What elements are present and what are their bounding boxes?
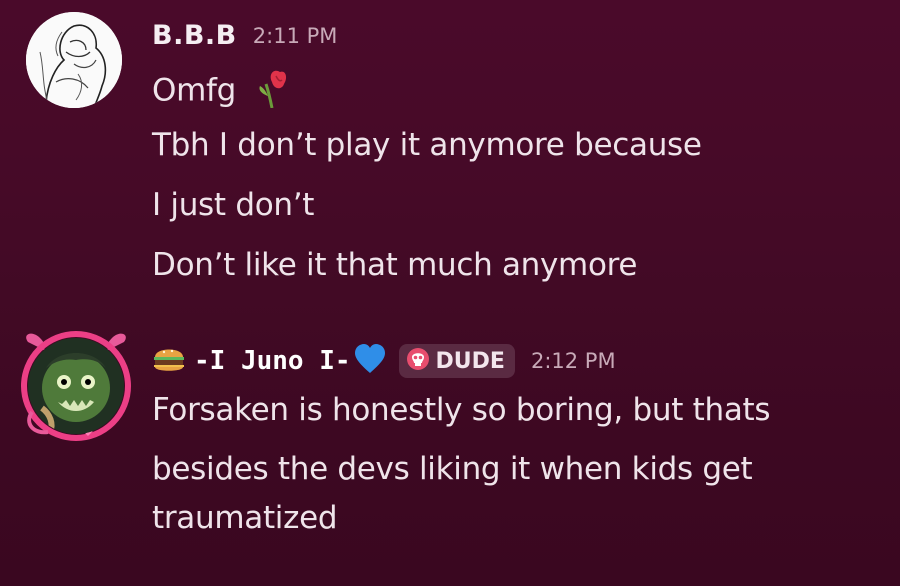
- message-line: Omfg: [152, 68, 290, 116]
- user-avatar-juno[interactable]: [28, 338, 124, 434]
- user-avatar-bbb[interactable]: [26, 12, 122, 108]
- message-line: traumatized: [152, 500, 338, 536]
- message-line: Don’t like it that much anymore: [152, 247, 637, 283]
- message-text: traumatized: [152, 500, 338, 536]
- message-text: I just don’t: [152, 187, 315, 223]
- sketch-avatar-icon: [26, 12, 122, 108]
- timestamp: 2:12 PM: [530, 349, 616, 373]
- message-line: Tbh I don’t play it anymore because: [152, 127, 702, 163]
- message-text: Forsaken is honestly so boring, but that…: [152, 392, 771, 428]
- message-text: Tbh I don’t play it anymore because: [152, 127, 702, 163]
- username[interactable]: -I Juno I-: [194, 346, 351, 376]
- blue-heart-emoji-icon: [353, 343, 387, 379]
- message-line: I just don’t: [152, 187, 314, 223]
- server-tag-badge[interactable]: DUDE: [398, 344, 515, 378]
- message-text: Don’t like it that much anymore: [152, 247, 638, 283]
- burger-emoji-icon: [152, 344, 186, 378]
- message-line: besides the devs liking it when kids get: [152, 451, 753, 487]
- zombie-avatar-icon: [28, 338, 124, 434]
- skull-icon: [406, 347, 430, 375]
- tag-label: DUDE: [435, 348, 505, 374]
- message-line: Forsaken is honestly so boring, but that…: [152, 392, 771, 428]
- message-header: B.B.B 2:11 PM: [152, 20, 337, 51]
- message-header: -I Juno I- DUDE 2:12 PM: [152, 343, 616, 379]
- timestamp: 2:11 PM: [252, 23, 338, 48]
- message-text: besides the devs liking it when kids get: [152, 451, 753, 487]
- wilted-rose-emoji-icon: [254, 68, 290, 116]
- message-text: Omfg: [152, 72, 236, 109]
- username[interactable]: B.B.B: [152, 20, 237, 51]
